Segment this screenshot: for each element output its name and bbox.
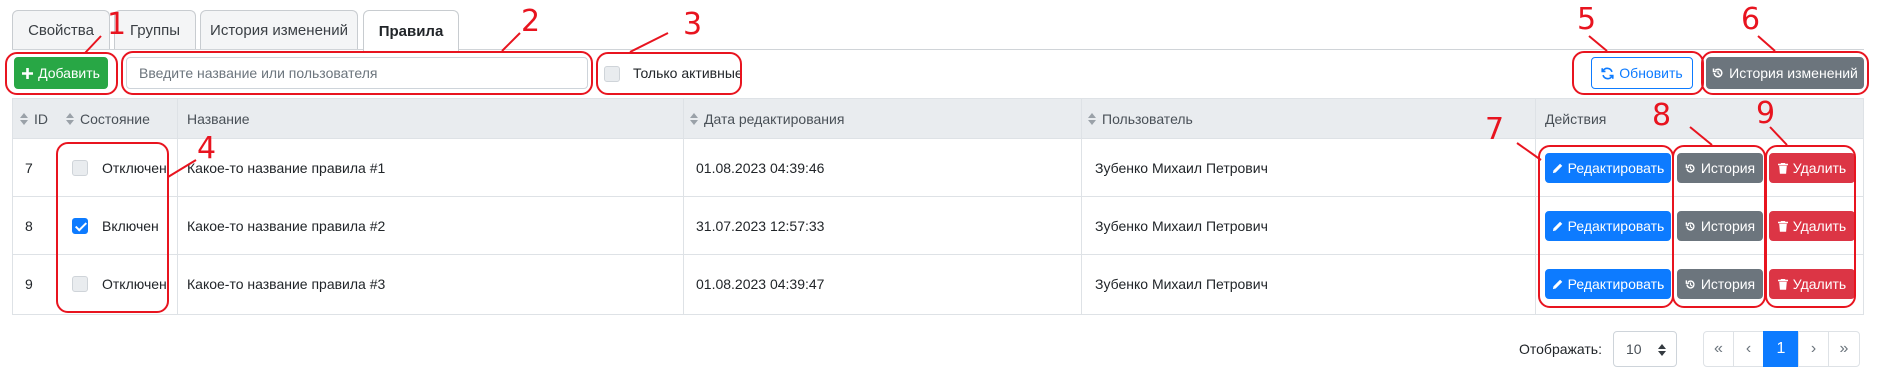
edit-button-label: Редактировать (1567, 218, 1665, 234)
row-id: 7 (25, 160, 33, 176)
row-name: Какое-то название правила #2 (187, 218, 386, 234)
column-header-state[interactable]: Состояние (66, 99, 150, 139)
row-user: Зубенко Михаил Петрович (1095, 218, 1268, 234)
tab-groups[interactable]: Группы (114, 10, 196, 50)
annotation-number-7: 7 (1485, 112, 1505, 147)
table-header: ID Состояние Название Дата редактировани… (13, 99, 1863, 139)
row-date: 31.07.2023 12:57:33 (696, 218, 825, 234)
row-name: Какое-то название правила #3 (187, 276, 386, 292)
table-row: 9 Отключен Какое-то название правила #3 … (13, 255, 1863, 313)
page-size-value: 10 (1626, 341, 1642, 357)
search-input[interactable] (126, 57, 588, 89)
pencil-icon (1552, 279, 1562, 289)
only-active-checkbox[interactable] (604, 66, 620, 82)
page-first-button[interactable]: « (1703, 331, 1734, 367)
row-name: Какое-то название правила #1 (187, 160, 386, 176)
tabs-divider (12, 49, 1864, 50)
row-id: 9 (25, 276, 33, 292)
pencil-icon (1552, 163, 1562, 173)
sort-icon (20, 113, 28, 125)
history-button-label: История (1700, 276, 1756, 292)
tab-change-history[interactable]: История изменений (200, 10, 358, 50)
annotation-number-8: 8 (1652, 98, 1672, 133)
change-history-button-label: История изменений (1729, 65, 1858, 81)
annotation-number-3: 3 (683, 7, 703, 42)
column-header-actions: Действия (1545, 111, 1607, 127)
trash-icon (1777, 220, 1788, 232)
refresh-button[interactable]: Обновить (1591, 57, 1693, 89)
add-button[interactable]: Добавить (14, 57, 108, 89)
row-state: Включен (102, 218, 159, 234)
edit-button[interactable]: Редактировать (1545, 269, 1671, 299)
delete-button-label: Удалить (1792, 218, 1847, 234)
column-header-edit-date[interactable]: Дата редактирования (690, 99, 844, 139)
refresh-icon (1601, 67, 1614, 79)
tab-properties[interactable]: Свойства (12, 10, 110, 50)
page-size-label: Отображать: (1519, 341, 1602, 357)
sort-icon (1088, 113, 1096, 125)
state-checkbox[interactable] (72, 218, 88, 234)
table-row: 7 Отключен Какое-то название правила #1 … (13, 139, 1863, 197)
trash-icon (1777, 162, 1788, 174)
annotation-number-6: 6 (1741, 2, 1761, 37)
add-button-label: Добавить (38, 65, 100, 81)
annotation-number-2: 2 (521, 4, 541, 39)
rules-table: ID Состояние Название Дата редактировани… (12, 98, 1864, 315)
change-history-button[interactable]: История изменений (1706, 57, 1864, 89)
refresh-button-label: Обновить (1619, 65, 1683, 81)
row-id: 8 (25, 218, 33, 234)
page-next-button[interactable]: › (1798, 331, 1829, 367)
row-user: Зубенко Михаил Петрович (1095, 160, 1268, 176)
annotation-number-1: 1 (107, 7, 127, 42)
page-last-button[interactable]: » (1828, 331, 1860, 367)
tab-label: История изменений (210, 22, 348, 39)
annotation-number-4: 4 (197, 131, 217, 166)
state-checkbox[interactable] (72, 276, 88, 292)
page-prev-button[interactable]: ‹ (1733, 331, 1764, 367)
edit-button[interactable]: Редактировать (1545, 211, 1671, 241)
tab-label: Группы (130, 22, 180, 39)
state-checkbox[interactable] (72, 160, 88, 176)
row-date: 01.08.2023 04:39:47 (696, 276, 825, 292)
sort-icon (690, 113, 698, 125)
pencil-icon (1552, 221, 1562, 231)
history-button[interactable]: История (1677, 153, 1763, 183)
annotation-number-9: 9 (1756, 96, 1776, 131)
column-header-user[interactable]: Пользователь (1088, 99, 1193, 139)
tab-label: Правила (378, 22, 444, 40)
tab-label: Свойства (28, 22, 94, 39)
row-state: Отключен (102, 160, 167, 176)
column-header-id[interactable]: ID (20, 99, 48, 139)
sort-icon (66, 113, 74, 125)
history-icon (1685, 279, 1695, 289)
history-icon (1685, 163, 1695, 173)
delete-button-label: Удалить (1792, 160, 1847, 176)
trash-icon (1777, 278, 1788, 290)
tab-rules[interactable]: Правила (363, 10, 459, 51)
history-button-label: История (1700, 218, 1756, 234)
row-user: Зубенко Михаил Петрович (1095, 276, 1268, 292)
delete-button[interactable]: Удалить (1769, 211, 1855, 241)
history-button[interactable]: История (1677, 269, 1763, 299)
page-current-button[interactable]: 1 (1763, 331, 1799, 367)
annotation-number-5: 5 (1577, 2, 1597, 37)
select-arrows-icon (1658, 344, 1666, 356)
row-state: Отключен (102, 276, 167, 292)
edit-button[interactable]: Редактировать (1545, 153, 1671, 183)
table-row: 8 Включен Какое-то название правила #2 3… (13, 197, 1863, 255)
history-icon (1712, 68, 1723, 78)
delete-button[interactable]: Удалить (1769, 269, 1855, 299)
row-date: 01.08.2023 04:39:46 (696, 160, 825, 176)
edit-button-label: Редактировать (1567, 276, 1665, 292)
page-size-select[interactable]: 10 (1613, 331, 1677, 367)
edit-button-label: Редактировать (1567, 160, 1665, 176)
plus-icon (22, 67, 34, 79)
delete-button-label: Удалить (1792, 276, 1847, 292)
only-active-label: Только активные (633, 65, 743, 81)
history-button[interactable]: История (1677, 211, 1763, 241)
delete-button[interactable]: Удалить (1769, 153, 1855, 183)
history-icon (1685, 221, 1695, 231)
history-button-label: История (1700, 160, 1756, 176)
